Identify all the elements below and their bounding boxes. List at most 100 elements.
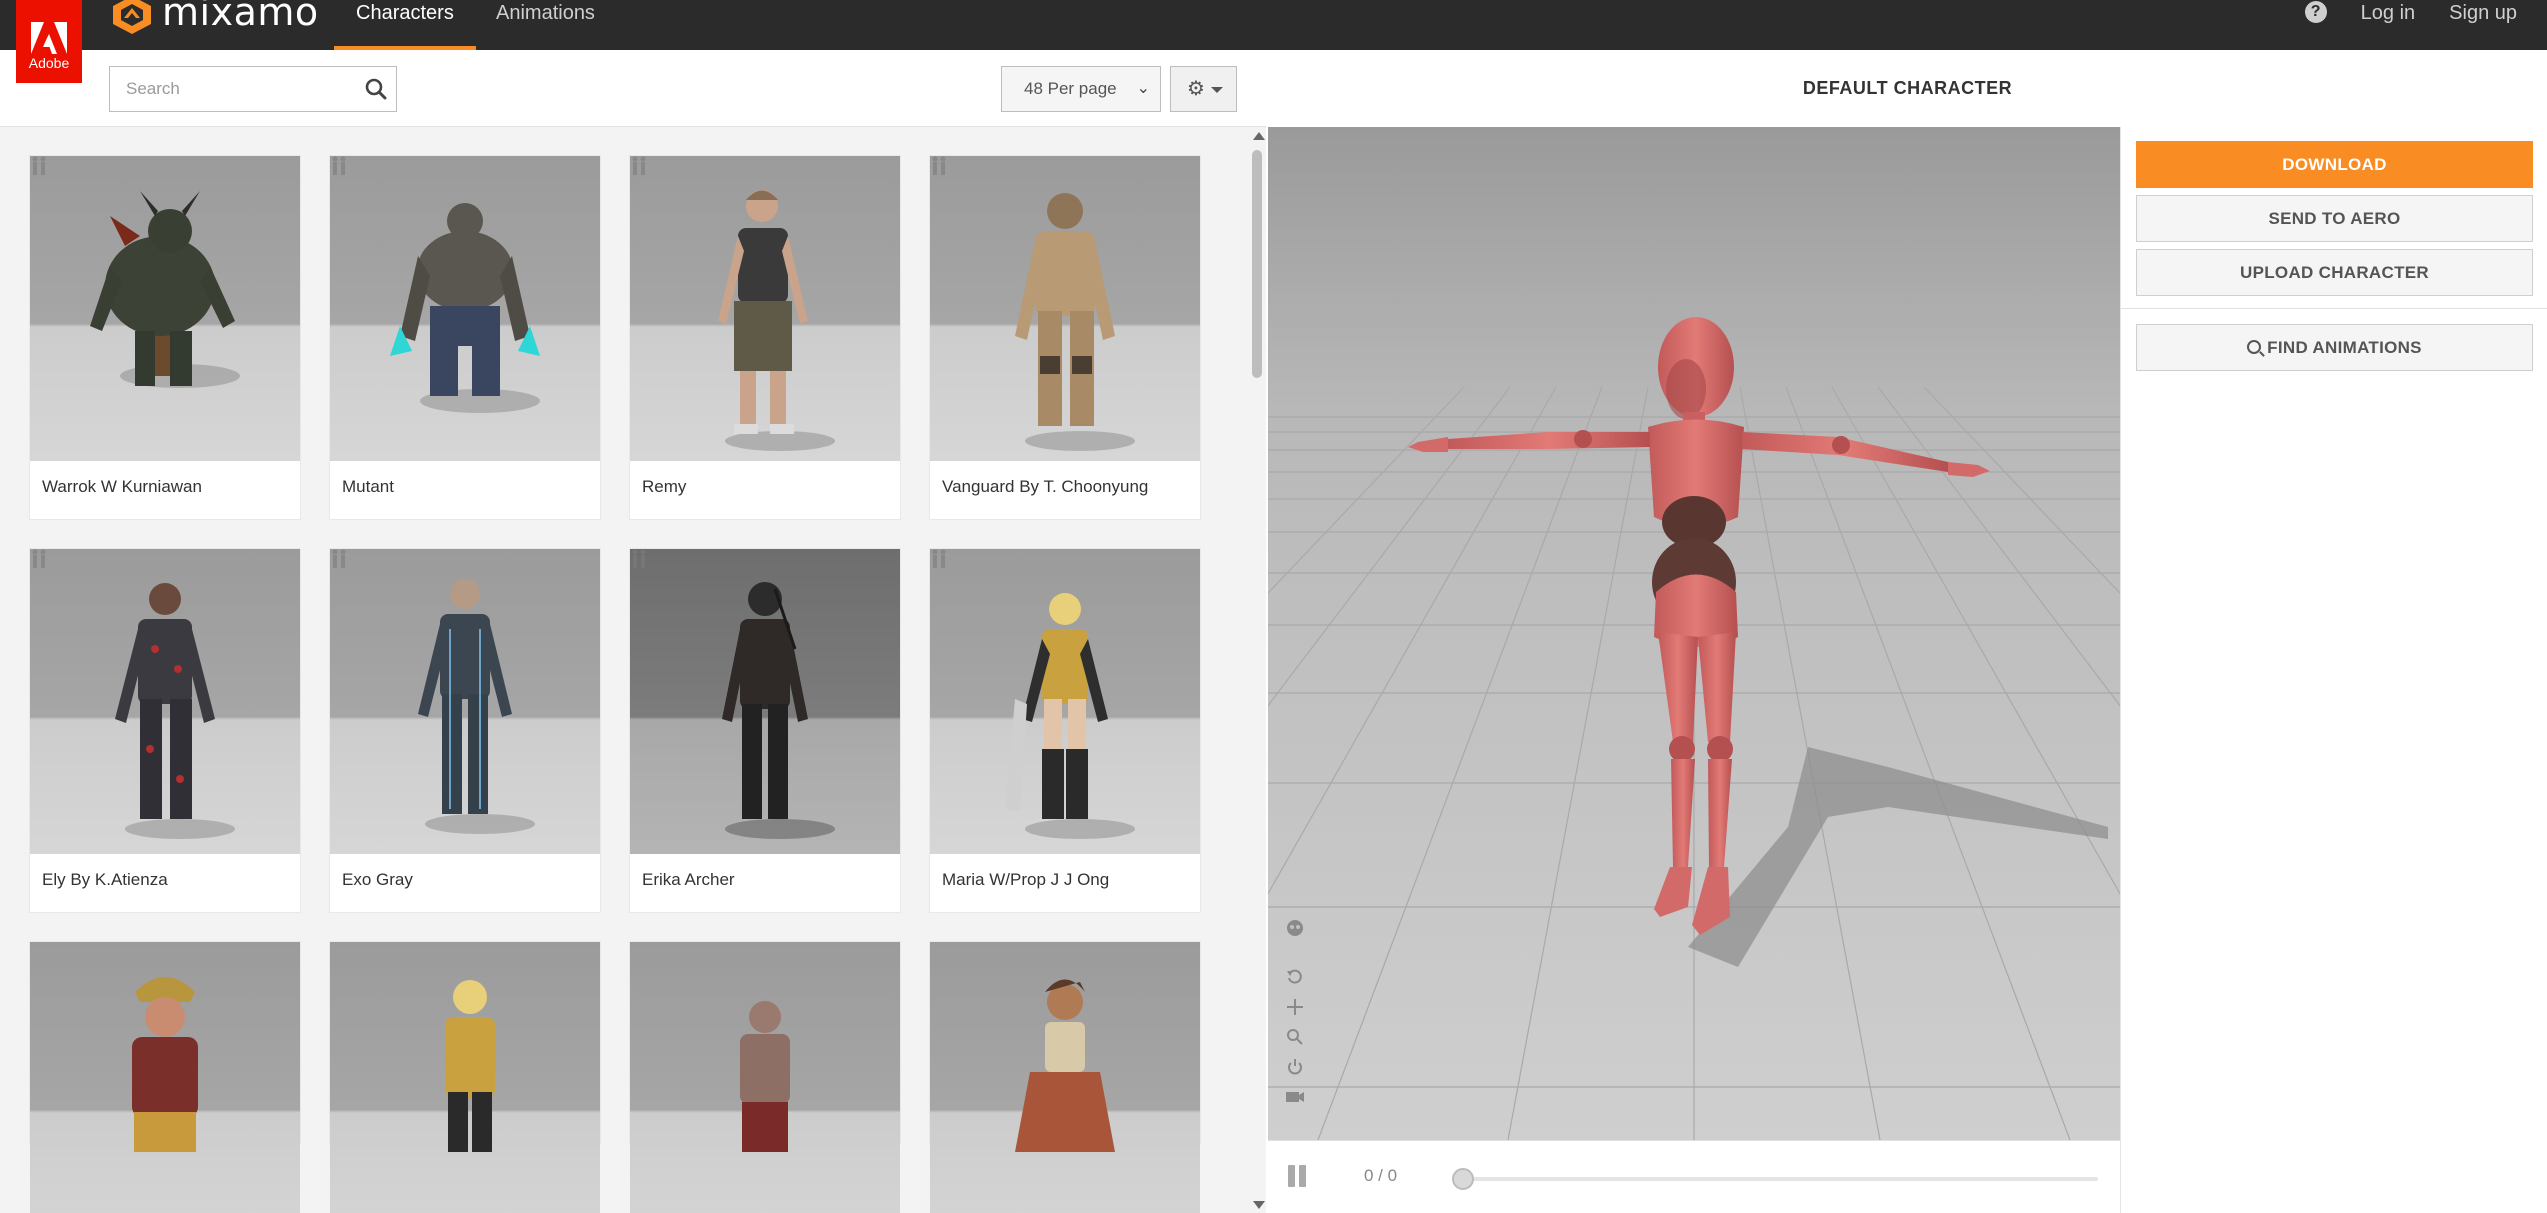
rig-people-icon [632, 549, 646, 568]
character-figure [1015, 979, 1115, 1152]
reset-icon[interactable] [1283, 966, 1307, 988]
pan-icon[interactable] [1283, 996, 1307, 1018]
character-browser: 48 Per page ⌄ ⚙ [0, 50, 1266, 1213]
search-input[interactable] [110, 67, 350, 111]
find-animations-label: FIND ANIMATIONS [2267, 338, 2422, 357]
search-box [109, 66, 397, 112]
character-thumbnail [330, 156, 600, 461]
character-card[interactable]: Mutant [330, 156, 600, 519]
viewer-header: DEFAULT CHARACTER [1268, 50, 2547, 127]
tab-characters[interactable]: Characters [334, 0, 476, 50]
power-icon[interactable] [1283, 1056, 1307, 1078]
search-icon[interactable] [364, 77, 388, 101]
rig-people-icon [932, 549, 946, 568]
character-thumbnail [30, 156, 300, 461]
adobe-logo[interactable]: Adobe [16, 0, 82, 83]
nav-user-links: ? Log in Sign up [2304, 0, 2517, 50]
rig-people-icon [332, 549, 346, 568]
rig-people-icon [632, 156, 646, 175]
upload-character-button[interactable]: UPLOAD CHARACTER [2136, 249, 2533, 296]
top-navbar: Adobe mixamo Characters Animations ? Log… [0, 0, 2547, 83]
tab-animations[interactable]: Animations [474, 0, 617, 50]
character-figure [740, 1001, 790, 1152]
character-name: Erika Archer [642, 870, 735, 889]
maria-figure [1005, 593, 1135, 839]
character-thumbnail [30, 549, 300, 854]
per-page-select[interactable]: 48 Per page ⌄ [1001, 66, 1161, 112]
download-button[interactable]: DOWNLOAD [2136, 141, 2533, 188]
pause-icon[interactable] [1288, 1165, 1308, 1187]
viewport-scene [1268, 127, 2120, 1140]
brand-name: mixamo [162, 0, 319, 34]
camera-icon[interactable] [1283, 1086, 1307, 1108]
search-icon [2247, 340, 2262, 354]
erika-archer-figure [722, 582, 835, 839]
character-card[interactable]: Vanguard By T. Choonyung [930, 156, 1200, 519]
character-card[interactable] [30, 942, 300, 1213]
character-thumbnail [930, 942, 1200, 1213]
character-card[interactable] [930, 942, 1200, 1213]
adobe-logo-icon [31, 22, 67, 54]
scroll-down-arrow-icon[interactable] [1253, 1201, 1265, 1209]
character-card[interactable]: Erika Archer [630, 549, 900, 912]
caret-down-icon [1211, 87, 1223, 93]
mixamo-brand[interactable]: mixamo [110, 0, 319, 50]
frame-counter: 0 / 0 [1364, 1166, 1398, 1185]
signup-link[interactable]: Sign up [2449, 0, 2517, 50]
character-thumbnail [330, 942, 600, 1213]
tab-characters-label: Characters [356, 2, 454, 24]
timeline-handle[interactable] [1452, 1168, 1474, 1190]
character-thumbnail [930, 156, 1200, 461]
character-thumbnail [330, 549, 600, 854]
chevron-down-icon: ⌄ [1136, 80, 1150, 97]
browser-toolbar: 48 Per page ⌄ ⚙ [0, 50, 1266, 127]
find-animations-button[interactable]: FIND ANIMATIONS [2136, 324, 2533, 371]
character-card[interactable]: Ely By K.Atienza [30, 549, 300, 912]
character-name: Ely By K.Atienza [42, 870, 168, 889]
vanguard-figure [1015, 193, 1135, 451]
rig-people-icon [332, 156, 346, 175]
ely-figure [115, 583, 235, 839]
character-card[interactable]: Exo Gray [330, 549, 600, 912]
grid-scrollbar[interactable] [1248, 128, 1266, 1213]
character-thumbnail [930, 549, 1200, 854]
character-thumbnail [630, 156, 900, 461]
character-name: Vanguard By T. Choonyung [942, 477, 1149, 496]
character-name: Maria W/Prop J J Ong [942, 870, 1110, 889]
skeleton-icon[interactable] [1283, 918, 1307, 940]
character-card[interactable] [330, 942, 600, 1213]
settings-button[interactable]: ⚙ [1170, 66, 1237, 112]
character-card[interactable]: Maria W/Prop J J Ong [930, 549, 1200, 912]
rig-people-icon [32, 549, 46, 568]
zoom-icon[interactable] [1283, 1026, 1307, 1048]
tab-animations-label: Animations [496, 2, 595, 24]
warrok-figure [90, 191, 240, 388]
rig-people-icon [932, 156, 946, 175]
scroll-up-arrow-icon[interactable] [1253, 132, 1265, 140]
actions-panel: DOWNLOAD SEND TO AERO UPLOAD CHARACTER F… [2120, 127, 2547, 1213]
3d-viewport[interactable] [1268, 127, 2120, 1140]
rig-people-icon [32, 156, 46, 175]
character-thumbnail [30, 942, 300, 1213]
remy-figure [718, 190, 835, 451]
login-link[interactable]: Log in [2361, 0, 2416, 50]
character-card[interactable]: Warrok W Kurniawan [30, 156, 300, 519]
scroll-thumb[interactable] [1252, 150, 1262, 378]
character-name: Warrok W Kurniawan [42, 477, 202, 496]
timeline-slider[interactable] [1452, 1168, 2098, 1190]
character-name: Remy [642, 477, 687, 496]
exo-gray-figure [418, 579, 535, 834]
actions-divider [2121, 308, 2547, 309]
playback-controls: 0 / 0 [1268, 1140, 2120, 1213]
character-name: Exo Gray [342, 870, 413, 889]
character-card[interactable] [630, 942, 900, 1213]
character-thumbnail [630, 942, 900, 1213]
character-thumbnail [630, 549, 900, 854]
character-card[interactable]: Remy [630, 156, 900, 519]
viewport-tools [1283, 918, 1309, 1116]
send-to-aero-button[interactable]: SEND TO AERO [2136, 195, 2533, 242]
character-grid: Warrok W Kurniawan Mutant Remy Vanguard … [30, 156, 1230, 1213]
help-icon[interactable]: ? [2304, 1, 2327, 23]
character-figure [445, 980, 495, 1152]
mutant-figure [390, 203, 540, 413]
